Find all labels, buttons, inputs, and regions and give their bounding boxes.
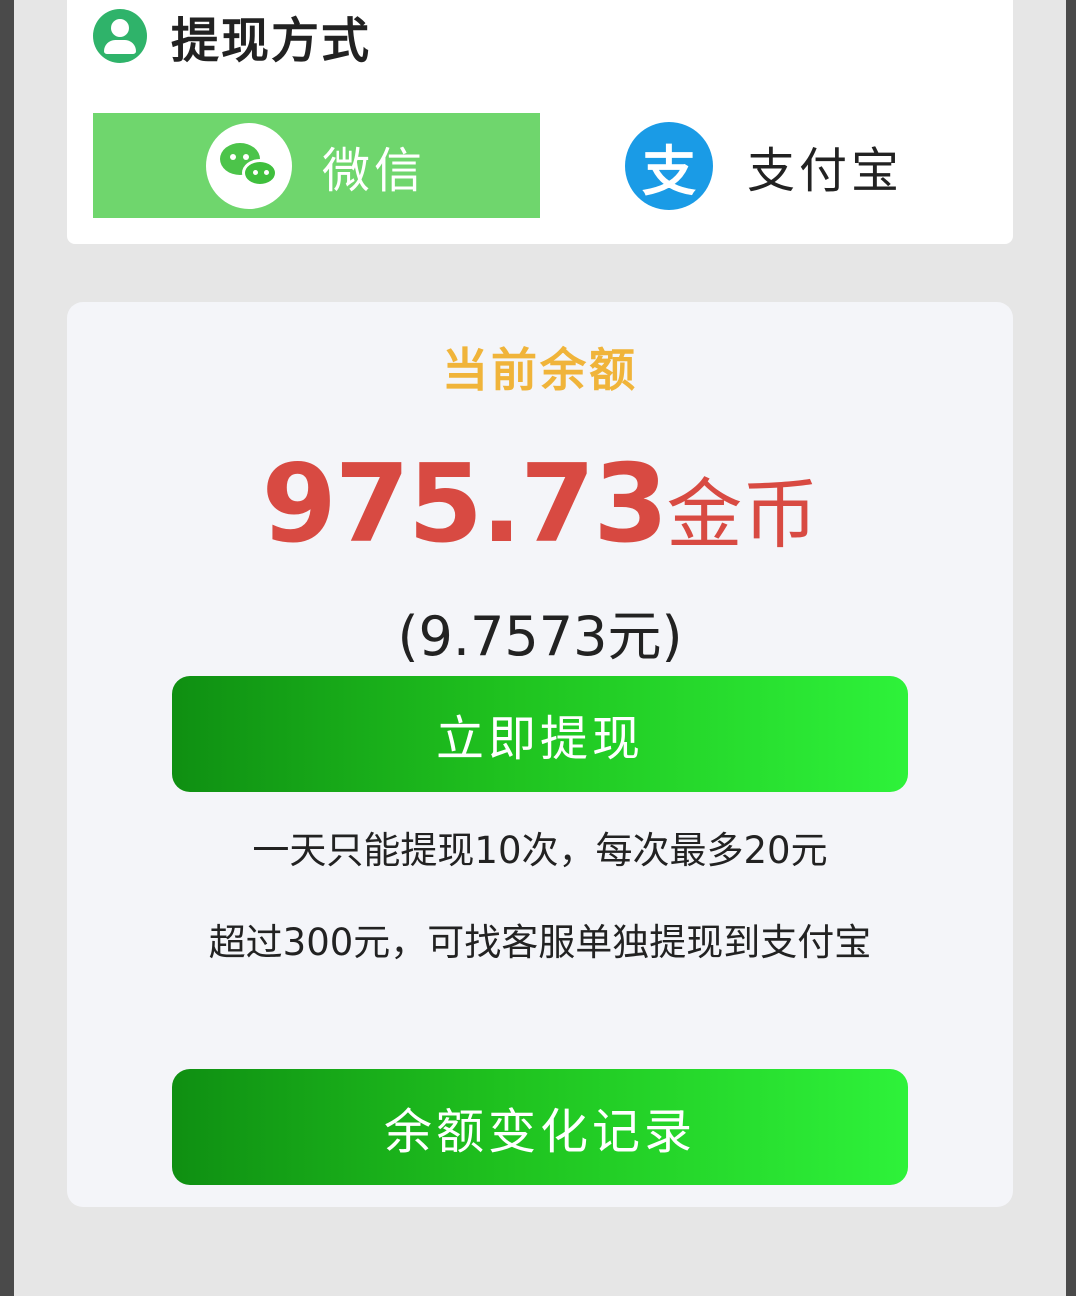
balance-yuan-equivalent: (9.7573元) [397, 605, 683, 668]
screen-edge-right [1066, 0, 1076, 1296]
wechat-dot [243, 153, 249, 160]
balance-unit: 金币 [666, 470, 819, 559]
user-icon [93, 9, 147, 63]
balance-card: 当前余额 975.73金币 (9.7573元) 立即提现 一天只能提现10次，每… [67, 302, 1013, 1207]
alipay-option[interactable]: 支 支付宝 [625, 122, 903, 210]
wechat-dot [264, 169, 269, 175]
withdraw-method-card: 提现方式 微信 支 支付宝 [67, 0, 1013, 244]
wechat-icon [206, 122, 292, 209]
wechat-option[interactable]: 微信 [93, 113, 540, 218]
balance-number: 975.73 [261, 442, 669, 567]
wechat-dot [253, 169, 258, 175]
wechat-dot [230, 153, 236, 160]
withdraw-method-title: 提现方式 [171, 13, 372, 69]
balance-amount: 975.73金币 [67, 442, 1013, 567]
screen-edge-left [0, 0, 14, 1296]
withdraw-method-header: 提现方式 [93, 8, 371, 69]
withdraw-limit-note: 一天只能提现10次，每次最多20元 [252, 829, 828, 872]
balance-history-button[interactable]: 余额变化记录 [172, 1069, 908, 1185]
wechat-bubble-small [242, 158, 278, 187]
balance-label: 当前余额 [442, 343, 638, 397]
alipay-icon: 支 [625, 122, 713, 210]
withdraw-now-button[interactable]: 立即提现 [172, 676, 908, 792]
large-withdraw-note: 超过300元，可找客服单独提现到支付宝 [208, 921, 872, 964]
alipay-option-label: 支付宝 [747, 143, 904, 199]
wechat-option-label: 微信 [322, 142, 427, 199]
